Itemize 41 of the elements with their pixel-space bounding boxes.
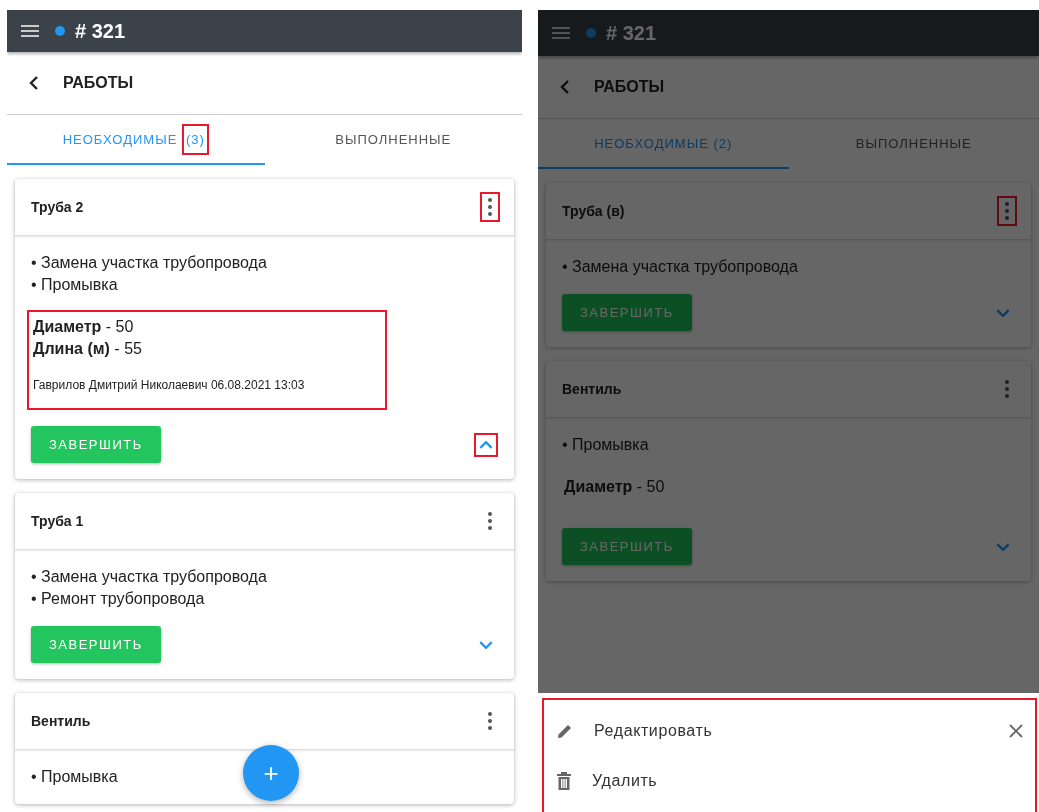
author-text: Гаврилов Дмитрий Николаевич 06.08.2021 13:03 <box>33 377 306 394</box>
more-button[interactable] <box>997 196 1017 226</box>
page-title: РАБОТЫ <box>594 78 665 96</box>
work-item: • Промывка <box>31 767 118 787</box>
work-item: • Замена участка трубопровода <box>562 257 798 277</box>
menu-item[interactable]: Редактировать <box>594 722 989 740</box>
tab[interactable]: НЕОБХОДИМЫЕ (3) <box>7 115 265 165</box>
pencil-icon <box>556 722 574 740</box>
card-title: Труба 2 <box>31 199 84 215</box>
page-title: РАБОТЫ <box>63 74 134 92</box>
order-number: # 321 <box>75 19 126 43</box>
back-icon[interactable] <box>29 75 39 91</box>
card-title: Труба 1 <box>31 513 84 529</box>
work-item: • Ремонт трубопровода <box>31 589 205 609</box>
work-item: • Замена участка трубопровода <box>31 253 267 273</box>
finish-button[interactable]: ЗАВЕРШИТЬ <box>562 528 692 565</box>
expand-button[interactable] <box>474 432 498 457</box>
work-item: • Замена участка трубопровода <box>31 567 267 587</box>
parameter-text: Длина (м) - 55 <box>33 339 143 359</box>
work-item: • Промывка <box>31 275 118 295</box>
parameter-text: Диаметр - 50 <box>564 477 666 497</box>
finish-button[interactable]: ЗАВЕРШИТЬ <box>562 294 692 331</box>
status-dot <box>586 28 596 38</box>
card-title: Труба (в) <box>562 203 625 219</box>
menu-item[interactable]: Удалить <box>592 772 1023 790</box>
more-button[interactable] <box>480 192 500 222</box>
tab[interactable]: НЕОБХОДИМЫЕ (2) <box>538 119 789 169</box>
close-icon[interactable] <box>1009 724 1023 738</box>
tab[interactable]: ВЫПОЛНЕННЫЕ <box>264 115 522 165</box>
finish-button[interactable]: ЗАВЕРШИТЬ <box>31 626 161 663</box>
card-title: Вентиль <box>562 381 622 397</box>
finish-button[interactable]: ЗАВЕРШИТЬ <box>31 426 161 463</box>
status-dot <box>55 26 65 36</box>
tab-count: (3) <box>181 123 209 155</box>
card-title: Вентиль <box>31 713 91 729</box>
parameter-text: Диаметр - 50 <box>33 317 135 337</box>
menu-icon[interactable] <box>21 24 39 38</box>
work-item: • Промывка <box>562 435 649 455</box>
trash-icon <box>556 771 572 791</box>
tab[interactable]: ВЫПОЛНЕННЫЕ <box>788 119 1039 169</box>
order-number: # 321 <box>606 21 657 45</box>
